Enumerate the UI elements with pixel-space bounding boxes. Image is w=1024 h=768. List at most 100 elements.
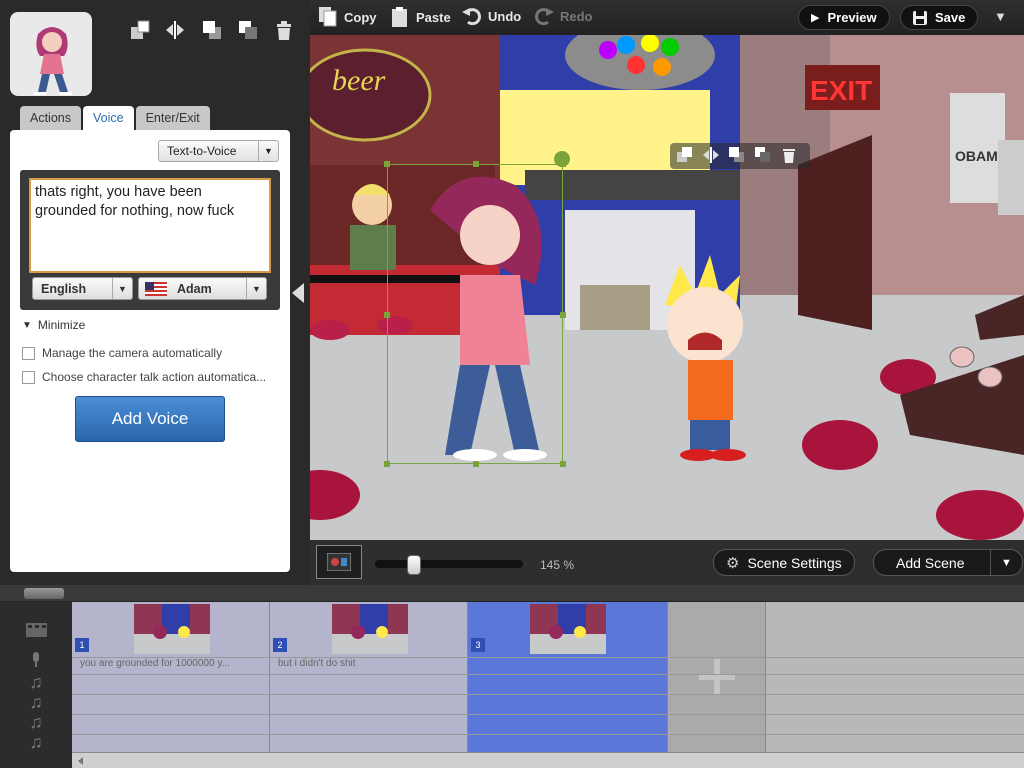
resize-handle[interactable]: [473, 461, 479, 467]
bring-forward-icon[interactable]: [200, 18, 224, 42]
flip-icon[interactable]: [164, 18, 188, 42]
resize-handle[interactable]: [560, 312, 566, 318]
tab-enter-exit[interactable]: Enter/Exit: [135, 106, 210, 130]
scene-thumbnail: [134, 604, 210, 654]
track-divider: [72, 694, 1024, 695]
paste-icon: [392, 7, 407, 27]
add-scene-slot[interactable]: [668, 602, 766, 752]
left-panel: Actions Voice Enter/Exit Text-to-Voice ▼…: [0, 0, 310, 585]
camera-option-label: Manage the camera automatically: [42, 346, 223, 360]
menu-dropdown-button[interactable]: ▼: [994, 9, 1007, 24]
scene-dialog-text: but i didn't do shit: [278, 658, 356, 669]
chevron-down-icon: ▼: [258, 141, 278, 161]
timeline-ruler[interactable]: [0, 585, 1024, 602]
resize-handle[interactable]: [384, 461, 390, 467]
voice-type-dropdown[interactable]: Text-to-Voice ▼: [158, 140, 279, 162]
zoom-level: 145 %: [540, 558, 575, 572]
redo-icon: [535, 8, 554, 26]
language-select[interactable]: English ▼: [32, 277, 133, 300]
trash-icon[interactable]: [272, 18, 296, 42]
paste-label: Paste: [416, 9, 451, 25]
chevron-down-icon: ▼: [994, 9, 1007, 24]
music-note-icon: ♫: [29, 732, 43, 752]
undo-button[interactable]: Undo: [462, 6, 521, 26]
resize-handle[interactable]: [560, 461, 566, 467]
preview-button[interactable]: ▶ Preview: [798, 5, 890, 30]
zoom-slider[interactable]: [375, 560, 523, 568]
talk-option-label: Choose character talk action automatica.…: [42, 370, 267, 384]
gear-icon: ⚙: [726, 554, 740, 572]
talk-checkbox[interactable]: [22, 370, 35, 384]
scene-dialog-text: you are grounded for 1000000 y...: [80, 658, 230, 669]
scene-number: 3: [471, 638, 485, 652]
save-button[interactable]: Save: [900, 5, 979, 30]
scene-number: 2: [273, 638, 287, 652]
trash-icon[interactable]: [780, 146, 798, 167]
beer-sign-text: beer: [332, 64, 386, 97]
scene-2[interactable]: 2 but i didn't do shit: [270, 602, 468, 752]
tts-container: thats right, you have been grounded for …: [20, 170, 280, 310]
chevron-down-icon: ▼: [112, 278, 132, 299]
timeline-scroll-handle[interactable]: [24, 588, 64, 599]
rotate-icon[interactable]: [554, 151, 570, 167]
copy-button[interactable]: Copy: [318, 6, 377, 28]
selection-box[interactable]: [384, 151, 570, 467]
scene-thumbnail: [332, 604, 408, 654]
chevron-down-icon: ▼: [246, 278, 266, 299]
voice-select[interactable]: Adam ▼: [138, 277, 267, 300]
resize-handle[interactable]: [473, 161, 479, 167]
tts-text-input[interactable]: thats right, you have been grounded for …: [29, 178, 271, 273]
scene-thumbnail-button[interactable]: [316, 545, 362, 579]
resize-handle[interactable]: [384, 312, 390, 318]
minimize-label: Minimize: [37, 318, 86, 332]
object-toolbar: [128, 18, 296, 42]
music-note-icon: ♫: [29, 672, 43, 692]
plus-icon: [698, 659, 735, 695]
flip-icon[interactable]: [702, 146, 720, 167]
stage-controls: 145 % ⚙ Scene Settings Add Scene ▼: [310, 540, 1024, 585]
save-icon: [913, 10, 927, 25]
camera-option-row[interactable]: Manage the camera automatically: [22, 346, 222, 360]
chevron-down-icon[interactable]: ▼: [990, 550, 1022, 575]
music-note-icon: ♫: [29, 712, 43, 732]
send-backward-icon[interactable]: [754, 146, 772, 167]
minimize-toggle[interactable]: ▼ Minimize: [22, 318, 85, 332]
scene-settings-button[interactable]: ⚙ Scene Settings: [713, 549, 855, 576]
scene-1[interactable]: 1 you are grounded for 1000000 y...: [72, 602, 270, 752]
add-voice-button[interactable]: Add Voice: [75, 396, 225, 442]
track-divider: [72, 734, 1024, 735]
top-toolbar: Copy Paste Undo Redo ▶ Preview Save ▼: [310, 0, 1024, 35]
add-scene-button[interactable]: Add Scene ▼: [873, 549, 1023, 576]
bring-forward-icon[interactable]: [728, 146, 746, 167]
track-divider: [72, 674, 1024, 675]
send-backward-icon[interactable]: [236, 18, 260, 42]
resize-handle[interactable]: [384, 161, 390, 167]
front-back-icon[interactable]: [128, 18, 152, 42]
microphone-icon: [25, 652, 47, 668]
copy-icon: [319, 7, 337, 27]
scene-3[interactable]: 3: [468, 602, 668, 752]
redo-button[interactable]: Redo: [534, 6, 593, 26]
scroll-left-icon[interactable]: [78, 757, 83, 765]
undo-icon: [462, 8, 481, 26]
zoom-slider-handle[interactable]: [407, 555, 421, 575]
timeline-scrollbar[interactable]: [72, 752, 1024, 768]
voice-panel: Text-to-Voice ▼ thats right, you have be…: [10, 130, 290, 572]
front-back-icon[interactable]: [676, 146, 694, 167]
stage-object-toolbar: [670, 143, 810, 169]
collapse-panel-icon[interactable]: [292, 283, 304, 303]
add-scene-label: Add Scene: [896, 554, 965, 571]
character-thumbnail[interactable]: [10, 12, 92, 96]
triangle-down-icon: ▼: [22, 319, 32, 331]
track-divider: [72, 714, 1024, 715]
talk-option-row[interactable]: Choose character talk action automatica.…: [22, 370, 266, 384]
exit-sign-text: EXIT: [810, 75, 872, 106]
tab-voice[interactable]: Voice: [83, 106, 134, 130]
redo-label: Redo: [560, 8, 593, 24]
paste-button[interactable]: Paste: [390, 6, 451, 28]
language-label: English: [41, 281, 87, 296]
music-note-icon: ♫: [29, 692, 43, 712]
scene-stage[interactable]: beer EXIT OBAMA: [310, 35, 1024, 540]
camera-checkbox[interactable]: [22, 346, 35, 360]
tab-actions[interactable]: Actions: [20, 106, 81, 130]
